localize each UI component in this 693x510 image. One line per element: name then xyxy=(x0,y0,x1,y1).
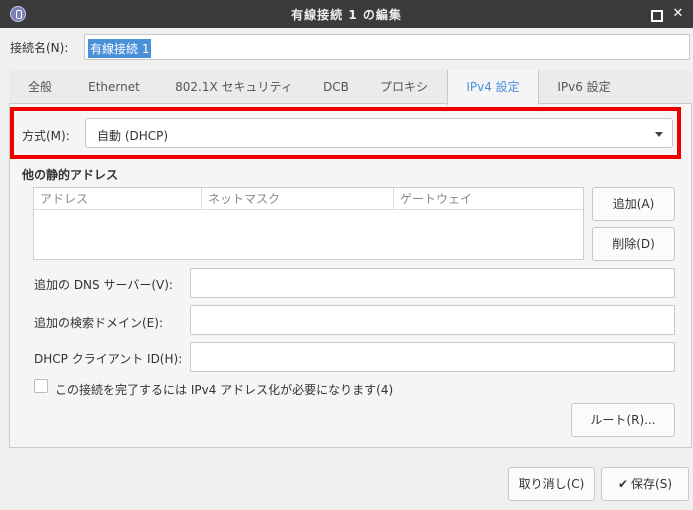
search-domains-label: 追加の検索ドメイン(E): xyxy=(34,316,163,330)
method-label: 方式(M): xyxy=(22,129,70,143)
static-addresses-heading: 他の静的アドレス xyxy=(22,168,119,182)
cancel-button[interactable]: 取り消し(C) xyxy=(508,467,595,501)
dns-servers-input[interactable] xyxy=(190,268,675,298)
method-select[interactable]: 自動 (DHCP) xyxy=(85,118,673,148)
tab-general[interactable]: 全般 xyxy=(9,70,71,104)
dhcp-client-id-input[interactable] xyxy=(190,342,675,372)
tab-bar: 全般 Ethernet 802.1X セキュリティ DCB プロキシ IPv4 … xyxy=(9,70,692,105)
tab-ipv6-settings[interactable]: IPv6 設定 xyxy=(539,70,629,104)
checkmark-icon: ✔ xyxy=(617,477,629,491)
tab-ethernet[interactable]: Ethernet xyxy=(71,70,157,104)
connection-name-input[interactable]: 有線接続 1 xyxy=(84,34,690,60)
add-address-button[interactable]: 追加(A) xyxy=(592,187,675,221)
close-icon[interactable]: ✕ xyxy=(670,6,686,22)
delete-address-button[interactable]: 削除(D) xyxy=(592,227,675,261)
method-value: 自動 (DHCP) xyxy=(97,129,169,143)
dns-servers-label: 追加の DNS サーバー(V): xyxy=(34,278,173,292)
tab-8021x-security[interactable]: 802.1X セキュリティ xyxy=(157,70,311,104)
connection-name-label: 接続名(N): xyxy=(10,41,69,55)
tab-proxy[interactable]: プロキシ xyxy=(361,70,447,104)
save-button-label: 保存(S) xyxy=(631,477,673,491)
dhcp-client-id-label: DHCP クライアント ID(H): xyxy=(34,352,183,366)
save-button[interactable]: ✔ 保存(S) xyxy=(601,467,689,501)
require-ipv4-label[interactable]: この接続を完了するには IPv4 アドレス化が必要になります(4) xyxy=(55,381,393,398)
column-header-gateway[interactable]: ゲートウェイ xyxy=(394,188,583,210)
column-header-netmask[interactable]: ネットマスク xyxy=(202,188,394,210)
require-ipv4-checkbox[interactable] xyxy=(34,379,48,393)
window-title: 有線接続 1 の編集 xyxy=(291,8,402,22)
connection-name-value: 有線接続 1 xyxy=(88,39,152,58)
routes-button[interactable]: ルート(R)... xyxy=(571,403,675,437)
search-domains-input[interactable] xyxy=(190,305,675,335)
window-titlebar: 有線接続 1 の編集 ✕ xyxy=(0,0,693,28)
tab-dcb[interactable]: DCB xyxy=(311,70,361,104)
maximize-icon[interactable] xyxy=(647,6,663,22)
address-table[interactable]: アドレス ネットマスク ゲートウェイ xyxy=(33,187,584,260)
chevron-down-icon xyxy=(655,132,663,137)
tab-ipv4-settings[interactable]: IPv4 設定 xyxy=(447,70,539,105)
column-header-address[interactable]: アドレス xyxy=(34,188,202,210)
